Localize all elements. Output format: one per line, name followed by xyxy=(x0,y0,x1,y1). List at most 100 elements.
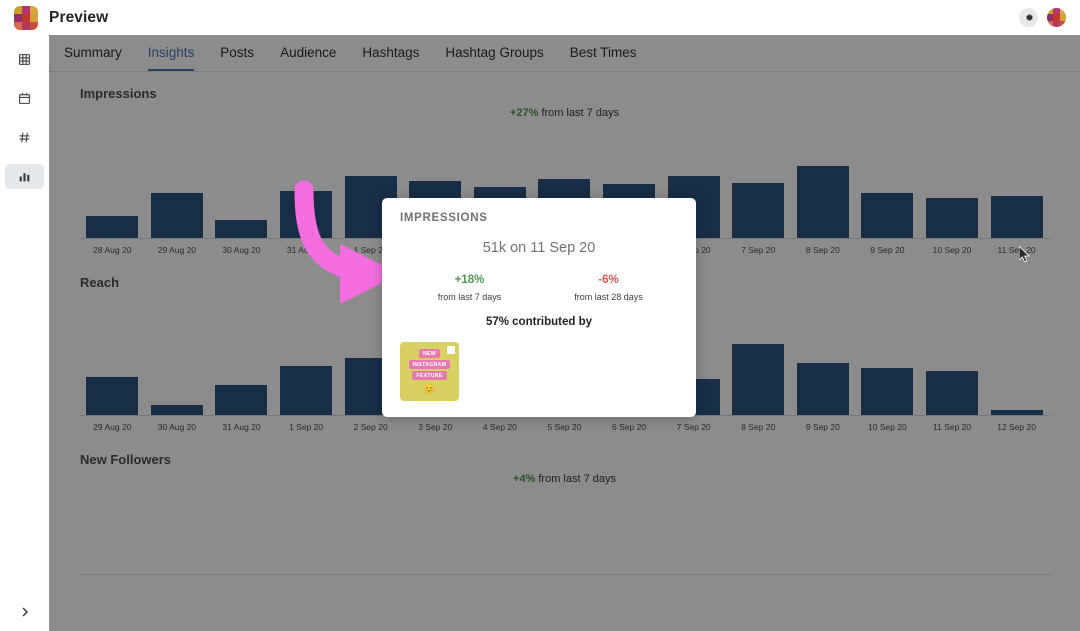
bar-axis-label: 31 Aug 20 xyxy=(286,245,326,255)
bar-column[interactable]: 7 Sep 20 xyxy=(726,139,791,255)
popover-stat-28-days-pct: -6% xyxy=(598,274,619,286)
section-new-followers: New Followers +4% from last 7 days xyxy=(49,438,1080,575)
bar[interactable] xyxy=(990,196,1043,238)
bar[interactable] xyxy=(990,410,1043,415)
tab-best-times[interactable]: Best Times xyxy=(570,45,637,71)
app-title: Preview xyxy=(49,8,109,26)
bar[interactable] xyxy=(796,165,849,238)
bar[interactable] xyxy=(926,371,979,415)
popover-stat-7-days: +18% from last 7 days xyxy=(400,274,539,302)
bar-column[interactable]: 11 Sep 20 xyxy=(920,316,985,432)
bar-column[interactable]: 12 Sep 20 xyxy=(984,316,1049,432)
bar[interactable] xyxy=(280,365,333,415)
bar-axis-label: 7 Sep 20 xyxy=(741,245,776,255)
avatar[interactable] xyxy=(1047,8,1066,27)
bar[interactable] xyxy=(280,191,333,238)
bar[interactable] xyxy=(926,198,979,238)
tab-summary[interactable]: Summary xyxy=(64,45,122,71)
bar-axis-label: 8 Sep 20 xyxy=(805,245,840,255)
tab-bar: Summary Insights Posts Audience Hashtags… xyxy=(49,35,1080,72)
bar[interactable] xyxy=(215,385,268,415)
bar-column[interactable]: 30 Aug 20 xyxy=(145,316,210,432)
bar-axis-label: 8 Sep 20 xyxy=(741,422,776,432)
bar-column[interactable]: 31 Aug 20 xyxy=(209,316,274,432)
popover-stats: +18% from last 7 days -6% from last 28 d… xyxy=(400,274,678,302)
app-root: Summary Insights Posts Audience Hashtags… xyxy=(0,0,1080,631)
thumbnail-emoji-icon: 😊 xyxy=(423,384,436,394)
bar-axis-label: 31 Aug 20 xyxy=(222,422,261,432)
top-bar-actions xyxy=(1019,8,1066,27)
followers-delta-value: +4% xyxy=(512,473,536,485)
popover-stat-7-days-label: from last 7 days xyxy=(437,292,502,302)
bar-column[interactable]: 29 Aug 20 xyxy=(80,316,145,432)
top-bar: Preview xyxy=(0,0,1080,35)
impressions-popover: IMPRESSIONS 51k on 11 Sep 20 +18% from l… xyxy=(382,198,696,417)
bar-axis-label: 2 Sep 20 xyxy=(353,422,388,432)
bar-axis-label: 29 Aug 20 xyxy=(93,422,132,432)
bar[interactable] xyxy=(732,182,785,238)
post-thumbnail[interactable]: NEW INSTAGRAM FEATURE 😊 xyxy=(400,342,459,401)
bar-column[interactable]: 31 Aug 20 xyxy=(274,139,339,255)
bar[interactable] xyxy=(796,362,849,415)
bar-axis-label: 9 Sep 20 xyxy=(870,245,905,255)
impressions-delta: +27% from last 7 days xyxy=(65,101,1064,119)
popover-thumbnail-list: NEW INSTAGRAM FEATURE 😊 xyxy=(400,342,678,401)
bar-column[interactable]: 30 Aug 20 xyxy=(209,139,274,255)
popover-value: 51k on 11 Sep 20 xyxy=(482,240,596,256)
bar-axis-label: 29 Aug 20 xyxy=(157,245,197,255)
sidebar-rail xyxy=(0,35,49,631)
bar-axis-label: 11 Sep 20 xyxy=(932,422,972,432)
sidebar-item-grid[interactable] xyxy=(5,47,44,72)
bar[interactable] xyxy=(861,368,914,415)
bar-column[interactable]: 10 Sep 20 xyxy=(920,139,985,255)
bar-column[interactable]: 10 Sep 20 xyxy=(855,316,920,432)
bar[interactable] xyxy=(215,220,268,238)
bar[interactable] xyxy=(732,343,785,415)
popover-stat-28-days: -6% from last 28 days xyxy=(539,274,678,302)
bar[interactable] xyxy=(150,405,203,415)
sidebar-expand-button[interactable] xyxy=(0,599,49,625)
thumbnail-corner-marker-icon xyxy=(447,346,455,354)
thumbnail-text-chip: FEATURE xyxy=(412,371,447,380)
brand-logo-wrap[interactable]: Preview xyxy=(14,5,109,30)
impressions-delta-value: +27% xyxy=(509,107,539,119)
popover-stat-28-days-label: from last 28 days xyxy=(574,292,643,302)
tab-audience[interactable]: Audience xyxy=(280,45,336,71)
tab-hashtag-groups[interactable]: Hashtag Groups xyxy=(445,45,543,71)
bar-axis-label: 3 Sep 20 xyxy=(418,422,453,432)
bar[interactable] xyxy=(150,193,203,238)
tab-insights[interactable]: Insights xyxy=(147,45,195,71)
sidebar-item-analytics[interactable] xyxy=(5,164,44,189)
bar-column[interactable]: 8 Sep 20 xyxy=(791,139,856,255)
followers-heading: New Followers xyxy=(80,452,172,467)
bar-column[interactable]: 28 Aug 20 xyxy=(80,139,145,255)
impressions-delta-text: from last 7 days xyxy=(541,107,620,119)
bar-column[interactable]: 11 Sep 20 xyxy=(984,139,1049,255)
sidebar-item-calendar[interactable] xyxy=(5,86,44,111)
followers-delta: +4% from last 7 days xyxy=(65,467,1064,485)
bar-column[interactable]: 29 Aug 20 xyxy=(145,139,210,255)
bar-column[interactable]: 8 Sep 20 xyxy=(726,316,791,432)
tab-posts[interactable]: Posts xyxy=(220,45,254,71)
popover-stat-7-days-pct: +18% xyxy=(454,274,485,286)
tab-hashtags[interactable]: Hashtags xyxy=(362,45,419,71)
bar[interactable] xyxy=(86,377,139,415)
bar-axis-label: 5 Sep 20 xyxy=(547,422,582,432)
impressions-heading: Impressions xyxy=(80,86,157,101)
bar-axis-label: 4 Sep 20 xyxy=(482,422,517,432)
bar-axis-label: 7 Sep 20 xyxy=(676,422,711,432)
sidebar-item-hashtag[interactable] xyxy=(5,125,44,150)
followers-chart xyxy=(80,505,1049,575)
bar-column[interactable]: 9 Sep 20 xyxy=(855,139,920,255)
thumbnail-text-chip: NEW xyxy=(418,349,440,358)
gear-icon[interactable] xyxy=(1019,8,1038,27)
bar-axis-label: 1 Sep 20 xyxy=(289,422,324,432)
bar-axis-label: 9 Sep 20 xyxy=(805,422,840,432)
bar-column[interactable]: 9 Sep 20 xyxy=(791,316,856,432)
bar-axis-label: 30 Aug 20 xyxy=(157,422,197,432)
thumbnail-text-chip: INSTAGRAM xyxy=(408,360,451,369)
bar[interactable] xyxy=(861,193,914,238)
bar-column[interactable]: 1 Sep 20 xyxy=(274,316,339,432)
bar[interactable] xyxy=(86,216,139,238)
mouse-cursor-icon xyxy=(1018,245,1031,268)
